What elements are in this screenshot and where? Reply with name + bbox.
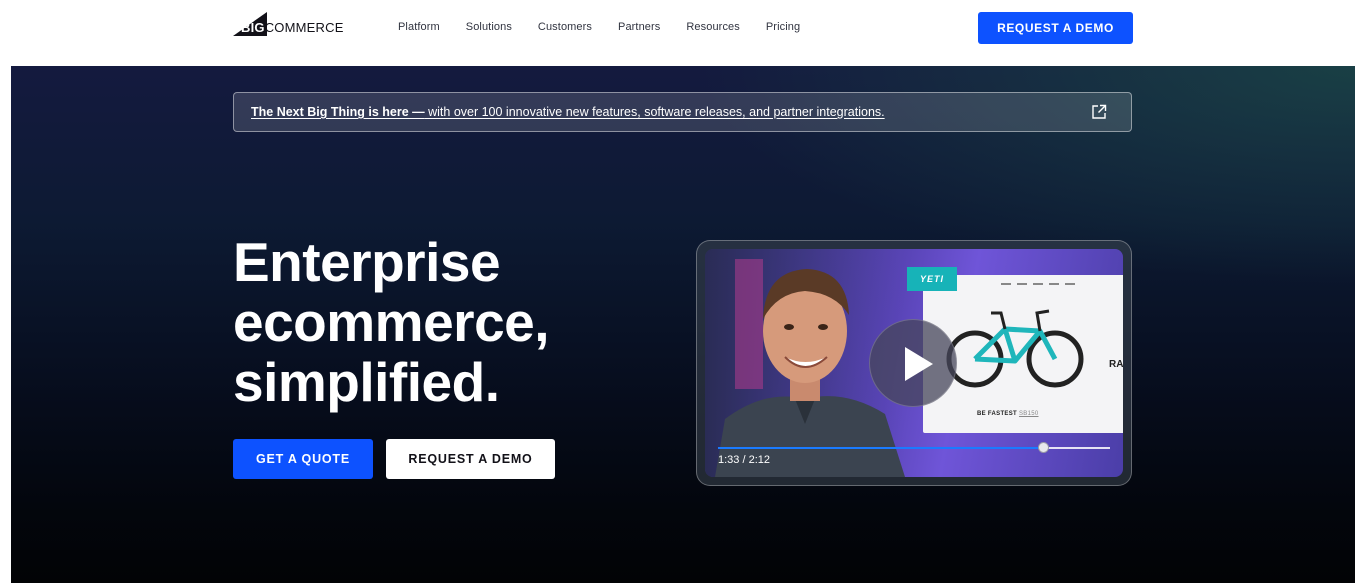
site-header: BIGCOMMERCE Platform Solutions Customers… (0, 0, 1364, 66)
banner-lead: The Next Big Thing is here — (251, 105, 425, 119)
video-timecode: 1:33 / 2:12 (718, 454, 770, 466)
main-nav: Platform Solutions Customers Partners Re… (398, 21, 826, 33)
nav-solutions[interactable]: Solutions (466, 21, 512, 33)
bigcommerce-logo[interactable]: BIGCOMMERCE (233, 12, 344, 38)
video-progress-handle[interactable] (1038, 442, 1050, 453)
nav-pricing[interactable]: Pricing (766, 21, 800, 33)
headline-line-1: Enterprise (233, 231, 501, 293)
nav-partners[interactable]: Partners (618, 21, 660, 33)
banner-link[interactable]: The Next Big Thing is here — with over 1… (251, 105, 885, 119)
play-icon (905, 347, 933, 381)
external-link-icon[interactable] (1091, 104, 1107, 120)
hero-request-demo-button[interactable]: REQUEST A DEMO (386, 439, 555, 479)
nav-customers[interactable]: Customers (538, 21, 592, 33)
headline-line-3: simplified. (233, 351, 500, 413)
video-progress-bar[interactable] (718, 442, 1110, 453)
video-progress-fill (718, 447, 1044, 449)
logo-commerce-text: COMMERCE (264, 19, 344, 35)
mountain-bike-image (946, 309, 1084, 388)
nav-resources[interactable]: Resources (686, 21, 739, 33)
headline-line-2: ecommerce, (233, 291, 550, 353)
get-quote-button[interactable]: GET A QUOTE (233, 439, 373, 479)
logo-big-text: BIG (241, 19, 265, 35)
yeti-brand-tag: YETI (907, 267, 957, 291)
side-text: RA (1109, 359, 1123, 370)
announcement-banner[interactable]: The Next Big Thing is here — with over 1… (233, 92, 1132, 132)
nav-platform[interactable]: Platform (398, 21, 440, 33)
header-request-demo-button[interactable]: REQUEST A DEMO (978, 12, 1133, 44)
bike-caption: BE FASTEST SB150 (977, 411, 1039, 417)
video-player-card: BE FASTEST SB150 YETI RA 1:33 / 2:12 (696, 240, 1132, 486)
play-button[interactable] (869, 319, 957, 407)
hero-section: The Next Big Thing is here — with over 1… (11, 66, 1355, 583)
video-player[interactable]: BE FASTEST SB150 YETI RA 1:33 / 2:12 (705, 249, 1123, 477)
banner-body: with over 100 innovative new features, s… (424, 105, 885, 119)
hero-headline: Enterprise ecommerce, simplified. (233, 232, 653, 412)
